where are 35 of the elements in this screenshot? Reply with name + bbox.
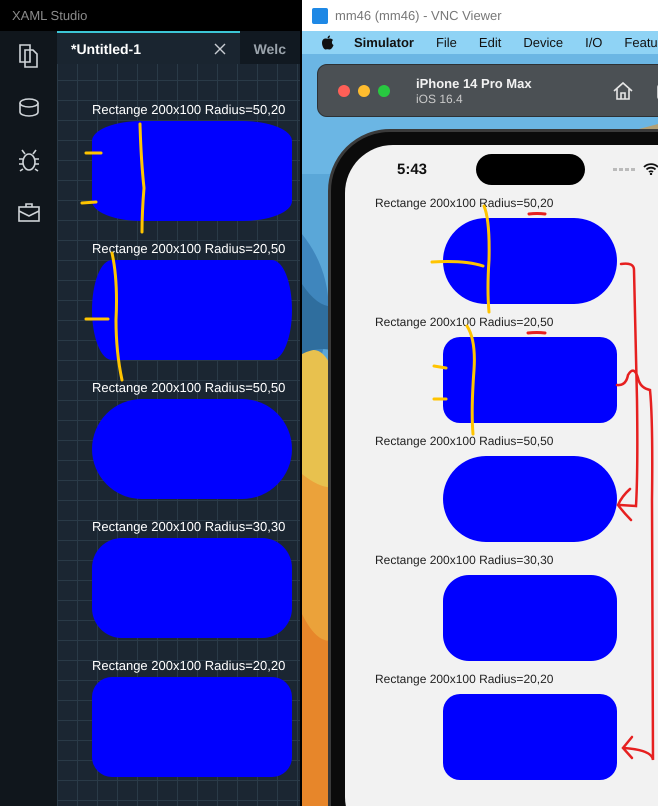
close-icon[interactable] (214, 42, 226, 54)
minimize-window-button[interactable] (358, 84, 370, 96)
apple-icon[interactable] (321, 35, 334, 50)
zoom-window-button[interactable] (378, 84, 390, 96)
menu-item[interactable]: Featu (613, 35, 658, 50)
menu-item[interactable]: Device (512, 35, 574, 50)
tab[interactable]: Welc (240, 31, 300, 64)
shape-label: Rectange 200x100 Radius=50,20 (92, 102, 286, 118)
shape-label: Rectange 200x100 Radius=30,30 (375, 553, 554, 568)
home-icon[interactable] (612, 80, 634, 100)
documents-icon[interactable] (18, 43, 40, 69)
menu-item[interactable]: Edit (468, 35, 512, 50)
shape-label: Rectange 200x100 Radius=50,50 (375, 434, 554, 449)
menu-item[interactable]: File (424, 35, 468, 50)
status-time: 5:43 (397, 160, 428, 178)
window-title: mm46 (mm46) - VNC Viewer (335, 8, 502, 23)
wifi-icon (643, 163, 658, 175)
window-title: XAML Studio (12, 8, 88, 23)
menu-item[interactable]: Simulator (354, 35, 425, 50)
device-name: iPhone 14 Pro Max (416, 76, 533, 90)
underline-mark (526, 331, 546, 334)
os-version: iOS 16.4 (416, 92, 464, 106)
shape-label: Rectange 200x100 Radius=20,20 (375, 672, 554, 687)
underline-mark (528, 212, 546, 216)
shape-label: Rectange 200x100 Radius=20,50 (375, 315, 554, 330)
shape-label: Rectange 200x100 Radius=50,50 (92, 380, 286, 396)
shape-label: Rectange 200x100 Radius=50,20 (375, 196, 554, 211)
bug-icon[interactable] (18, 147, 40, 173)
shape-label: Rectange 200x100 Radius=30,30 (92, 519, 286, 535)
app-logo-icon (312, 8, 328, 24)
shape-label: Rectange 200x100 Radius=20,50 (92, 241, 286, 257)
tab[interactable]: *Untitled-1 (57, 31, 240, 64)
close-window-button[interactable] (338, 84, 350, 96)
shape-label: Rectange 200x100 Radius=20,20 (92, 658, 286, 674)
menu-item[interactable]: I/O (574, 35, 614, 50)
